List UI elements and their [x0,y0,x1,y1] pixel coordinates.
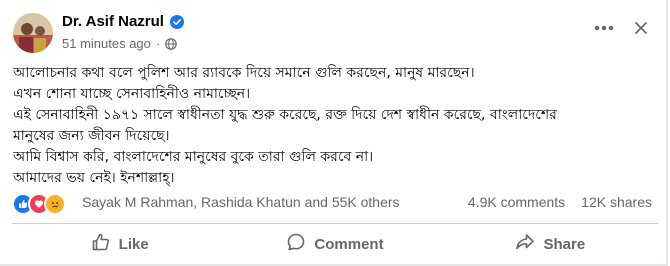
post-line: এই সেনাবাহিনী ১৯৭১ সালে স্বাধীনতা যুদ্ধ … [13,107,557,123]
comment-button[interactable]: Comment [227,227,442,261]
post-meta: 51 minutes ago · [62,36,178,51]
post-line: আলোচনার কথা বলে পুলিশ আর র‍্যাবকে দিয়ে … [13,65,475,81]
post-line: এখন শোনা যাচ্ছে সেনাবাহিনীও নামাচ্ছেন। [13,86,251,102]
like-button[interactable]: Like [12,227,227,261]
globe-icon [165,37,178,50]
comment-label: Comment [314,235,384,253]
post-timestamp[interactable]: 51 minutes ago [62,36,151,51]
reaction-icons[interactable] [12,193,66,215]
action-bar: Like Comment Share [12,227,658,261]
share-arrow-icon [515,232,535,256]
share-button[interactable]: Share [443,227,658,261]
like-label: Like [118,235,149,253]
author-name-row: Dr. Asif Nazrul [62,13,184,30]
comment-bubble-icon [286,232,306,256]
engagement-counts: 4.9K comments 12K shares [468,194,652,210]
thumbs-up-icon [91,232,111,256]
divider [12,223,658,224]
post-line: আমি বিশ্বাস করি, বাংলাদেশের মানুষের বুকে… [13,149,374,165]
post-line: মানুষের জন্য জীবন দিয়েছে। [13,128,170,144]
separator-dot: · [155,36,161,51]
shares-count[interactable]: 12K shares [581,194,652,210]
comments-count[interactable]: 4.9K comments [468,194,565,210]
verified-badge-icon [169,14,184,29]
author-avatar[interactable] [13,13,53,53]
reaction-names[interactable]: Sayak M Rahman, Rashida Khatun and 55K o… [82,194,400,210]
author-name[interactable]: Dr. Asif Nazrul [62,13,164,30]
more-options-icon[interactable] [592,16,616,40]
post-text: আলোচনার কথা বলে পুলিশ আর র‍্যাবকে দিয়ে … [13,63,653,189]
sad-icon [44,193,66,215]
share-label: Share [543,235,586,253]
close-icon[interactable] [629,16,653,40]
post-line: আমাদের ভয় নেই। ইনশাল্লাহ্। [13,170,175,186]
post-card: Dr. Asif Nazrul 51 minutes ago · আলোচনার… [0,0,668,266]
